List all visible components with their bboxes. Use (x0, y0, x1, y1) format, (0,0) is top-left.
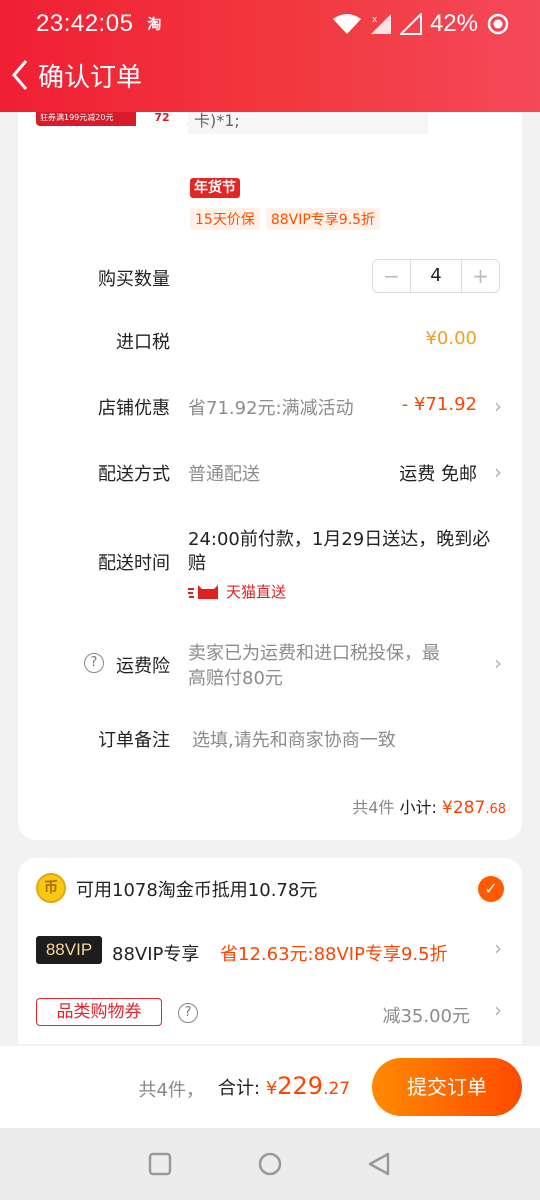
delivery-method-row[interactable]: 配送方式 普通配送 运费 免邮 › (18, 460, 522, 490)
back-arrow-icon[interactable] (8, 57, 34, 93)
price-protect-tag: 15天价保 (190, 208, 260, 230)
status-time: 23:42:05 (36, 10, 134, 37)
delivery-time-label: 配送时间 (98, 553, 170, 574)
shop-discount-label: 店铺优惠 (98, 398, 170, 419)
import-tax-value: ¥0.00 (425, 328, 477, 349)
delivery-time-line2: 赔 (188, 553, 206, 574)
decrease-button[interactable]: − (373, 260, 410, 292)
tmall-direct-badge: 天猫直送 (188, 581, 286, 602)
total-label: 合计: (218, 1078, 261, 1099)
shop-discount-row[interactable]: 店铺优惠 省71.92元:满减活动 - ¥71.92 › (18, 394, 522, 424)
quantity-value[interactable]: 4 (410, 260, 462, 292)
submit-order-button[interactable]: 提交订单 (372, 1058, 522, 1116)
vip-label: 88VIP专享 (112, 944, 200, 965)
bottom-bar: 共4件， 合计: ¥229.27 提交订单 (0, 1046, 540, 1128)
import-tax-label: 进口税 (116, 332, 170, 353)
status-icons: x 42% (332, 10, 510, 38)
total-count: 共4件， (138, 1080, 204, 1101)
nav-bar: 确认订单 (8, 52, 142, 98)
total-currency: ¥ (265, 1078, 278, 1099)
back-icon[interactable] (366, 1151, 392, 1177)
battery-percent: 42% (429, 10, 478, 37)
taobao-notification-icon: 淘 (147, 17, 162, 33)
taobao-coin-icon: 币 (36, 873, 66, 903)
order-details-card: 狂券满199元减20元 72 卡)*1; 年货节 15天价保 88VIP专享9.… (18, 112, 522, 840)
shop-discount-desc: 省71.92元:满减活动 (188, 398, 354, 419)
product-spec: 卡)*1; (188, 112, 428, 134)
subtotal-amount: 287 (452, 798, 486, 818)
chevron-right-icon: › (494, 394, 502, 418)
delivery-method-label: 配送方式 (98, 464, 170, 485)
quantity-label: 购买数量 (98, 269, 170, 290)
freight-insurance-line2: 高赔付80元 (188, 668, 283, 689)
chevron-right-icon: › (494, 651, 502, 675)
benefits-card: 币 可用1078淘金币抵用10.78元 ✓ 88VIP 88VIP专享 省12.… (18, 858, 522, 1044)
coin-checkbox[interactable]: ✓ (478, 876, 504, 902)
freight-insurance-row[interactable]: ? 运费险 卖家已为运费和进口税投保，最 高赔付80元 › (18, 639, 522, 691)
delivery-time-line1: 24:00前付款，1月29日送达，晚到必 (188, 529, 491, 550)
import-tax-row: 进口税 ¥0.00 (18, 328, 522, 358)
chevron-right-icon[interactable]: › (494, 998, 502, 1022)
increase-button[interactable]: + (462, 260, 499, 292)
product-thumbnail[interactable]: 狂券满199元减20元 72 (36, 112, 188, 126)
subtotal-currency: ¥ (442, 798, 453, 818)
header: 23:42:05 淘 x 42% 确认订单 (0, 0, 540, 112)
thumbnail-number: 72 (136, 112, 188, 126)
vip-discount-tag: 88VIP专享9.5折 (265, 208, 381, 230)
order-note-row: 订单备注 选填,请先和商家协商一致 (18, 726, 522, 756)
delivery-fee: 运费 免邮 (399, 464, 477, 485)
subtotal: 共4件 小计: ¥287.68 (352, 794, 506, 818)
recents-icon[interactable] (148, 1152, 172, 1176)
help-icon[interactable]: ? (84, 653, 104, 673)
chevron-right-icon[interactable]: › (494, 936, 502, 960)
total-cents: .27 (323, 1079, 351, 1099)
order-note-input[interactable]: 选填,请先和商家协商一致 (192, 726, 396, 752)
total: 合计: ¥229.27 (218, 1072, 350, 1100)
home-icon[interactable] (257, 1151, 283, 1177)
festival-tag: 年货节 (190, 178, 240, 198)
help-icon[interactable]: ? (178, 1003, 198, 1023)
system-nav-bar (0, 1128, 540, 1200)
vip-value[interactable]: 省12.63元:88VIP专享9.5折 (220, 940, 448, 966)
status-bar: 23:42:05 淘 x 42% (36, 6, 510, 42)
coin-text: 可用1078淘金币抵用10.78元 (76, 880, 318, 901)
shop-discount-value: - ¥71.92 (401, 394, 477, 415)
thumbnail-promo-text: 狂券满199元减20元 (40, 113, 114, 122)
tmall-direct-text: 天猫直送 (226, 583, 287, 601)
signal-icon: x (370, 14, 391, 34)
freight-insurance-line1: 卖家已为运费和进口税投保，最 (188, 643, 440, 664)
wifi-icon (332, 14, 361, 34)
service-tags: 15天价保 88VIP专享9.5折 (190, 208, 381, 230)
order-note-label: 订单备注 (98, 730, 170, 751)
total-amount: 229 (277, 1072, 324, 1100)
page-title: 确认订单 (38, 62, 143, 93)
quantity-stepper: − 4 + (372, 259, 500, 293)
subtotal-label: 小计: (399, 798, 437, 817)
delivery-method-value: 普通配送 (188, 464, 260, 485)
vip-badge: 88VIP (36, 936, 102, 964)
coupon-value[interactable]: 减35.00元 (382, 1002, 470, 1028)
svg-text:x: x (372, 15, 378, 25)
tmall-cat-icon (188, 584, 218, 599)
freight-insurance-label: 运费险 (116, 656, 170, 677)
signal-2-icon (399, 13, 422, 35)
subtotal-cents: .68 (485, 802, 506, 817)
delivery-time-row: 配送时间 24:00前付款，1月29日送达，晚到必 赔 天猫直送 (18, 524, 522, 614)
chevron-right-icon: › (494, 460, 502, 484)
battery-ring-icon (487, 13, 509, 35)
category-coupon-badge: 品类购物券 (36, 998, 162, 1026)
subtotal-count: 共4件 (352, 798, 395, 817)
